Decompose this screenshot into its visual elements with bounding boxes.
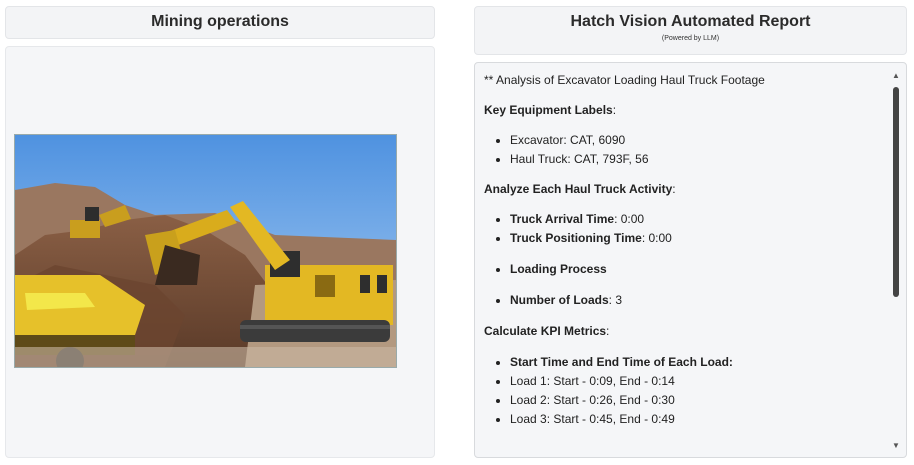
list-item: Load 2: Start - 0:26, End - 0:30 — [510, 391, 879, 410]
list-item: Truck Arrival Time: 0:00 — [510, 210, 879, 229]
loading-process-list: Loading Process — [484, 260, 879, 279]
list-item: Haul Truck: CAT, 793F, 56 — [510, 150, 879, 169]
activity-list: Truck Arrival Time: 0:00 Truck Positioni… — [484, 210, 879, 248]
list-item: Start Time and End Time of Each Load: — [510, 353, 879, 372]
kpi-list: Start Time and End Time of Each Load: Lo… — [484, 353, 879, 429]
activity-heading-text: Analyze Each Haul Truck Activity — [484, 182, 673, 196]
scroll-down-icon[interactable]: ▼ — [890, 441, 902, 451]
kpi-heading-text: Calculate KPI Metrics — [484, 324, 607, 338]
report-content[interactable]: ** Analysis of Excavator Loading Haul Tr… — [484, 69, 879, 451]
scroll-thumb[interactable] — [893, 87, 899, 297]
left-header: Mining operations — [5, 6, 435, 39]
report-intro: ** Analysis of Excavator Loading Haul Tr… — [484, 73, 765, 87]
num-loads-list: Number of Loads: 3 — [484, 291, 879, 310]
mining-scene-image — [15, 135, 396, 367]
scroll-up-icon[interactable]: ▲ — [890, 71, 902, 81]
list-item: Load 1: Start - 0:09, End - 0:14 — [510, 372, 879, 391]
video-panel — [5, 46, 435, 458]
arrival-label: Truck Arrival Time — [510, 212, 615, 226]
right-header: Hatch Vision Automated Report (Powered b… — [474, 6, 907, 55]
positioning-value: : 0:00 — [641, 231, 672, 245]
left-header-title: Mining operations — [151, 13, 289, 30]
list-item: Truck Positioning Time: 0:00 — [510, 229, 879, 248]
list-item: Load 3: Start - 0:45, End - 0:49 — [510, 410, 879, 429]
report-title: Hatch Vision Automated Report — [570, 13, 811, 30]
num-loads-value: : 3 — [608, 293, 623, 307]
list-item: Loading Process — [510, 260, 879, 279]
list-item: Excavator: CAT, 6090 — [510, 131, 879, 150]
report-scrollbar[interactable]: ▲ ▼ — [890, 69, 902, 453]
arrival-value: : 0:00 — [614, 212, 645, 226]
list-item: Number of Loads: 3 — [510, 291, 879, 310]
positioning-label: Truck Positioning Time — [510, 231, 642, 245]
equipment-heading: Key Equipment Labels: — [484, 103, 617, 117]
mining-video[interactable] — [14, 134, 397, 368]
report-panel: ** Analysis of Excavator Loading Haul Tr… — [474, 62, 907, 458]
report-subtitle: (Powered by LLM) — [661, 35, 720, 42]
times-label: Start Time and End Time of Each Load: — [510, 355, 733, 369]
activity-heading: Analyze Each Haul Truck Activity: — [484, 182, 676, 196]
loading-process-label: Loading Process — [510, 262, 607, 276]
kpi-heading: Calculate KPI Metrics: — [484, 324, 610, 338]
equipment-list: Excavator: CAT, 6090 Haul Truck: CAT, 79… — [484, 131, 879, 169]
equipment-heading-text: Key Equipment Labels — [484, 103, 613, 117]
num-loads-label: Number of Loads — [510, 293, 609, 307]
